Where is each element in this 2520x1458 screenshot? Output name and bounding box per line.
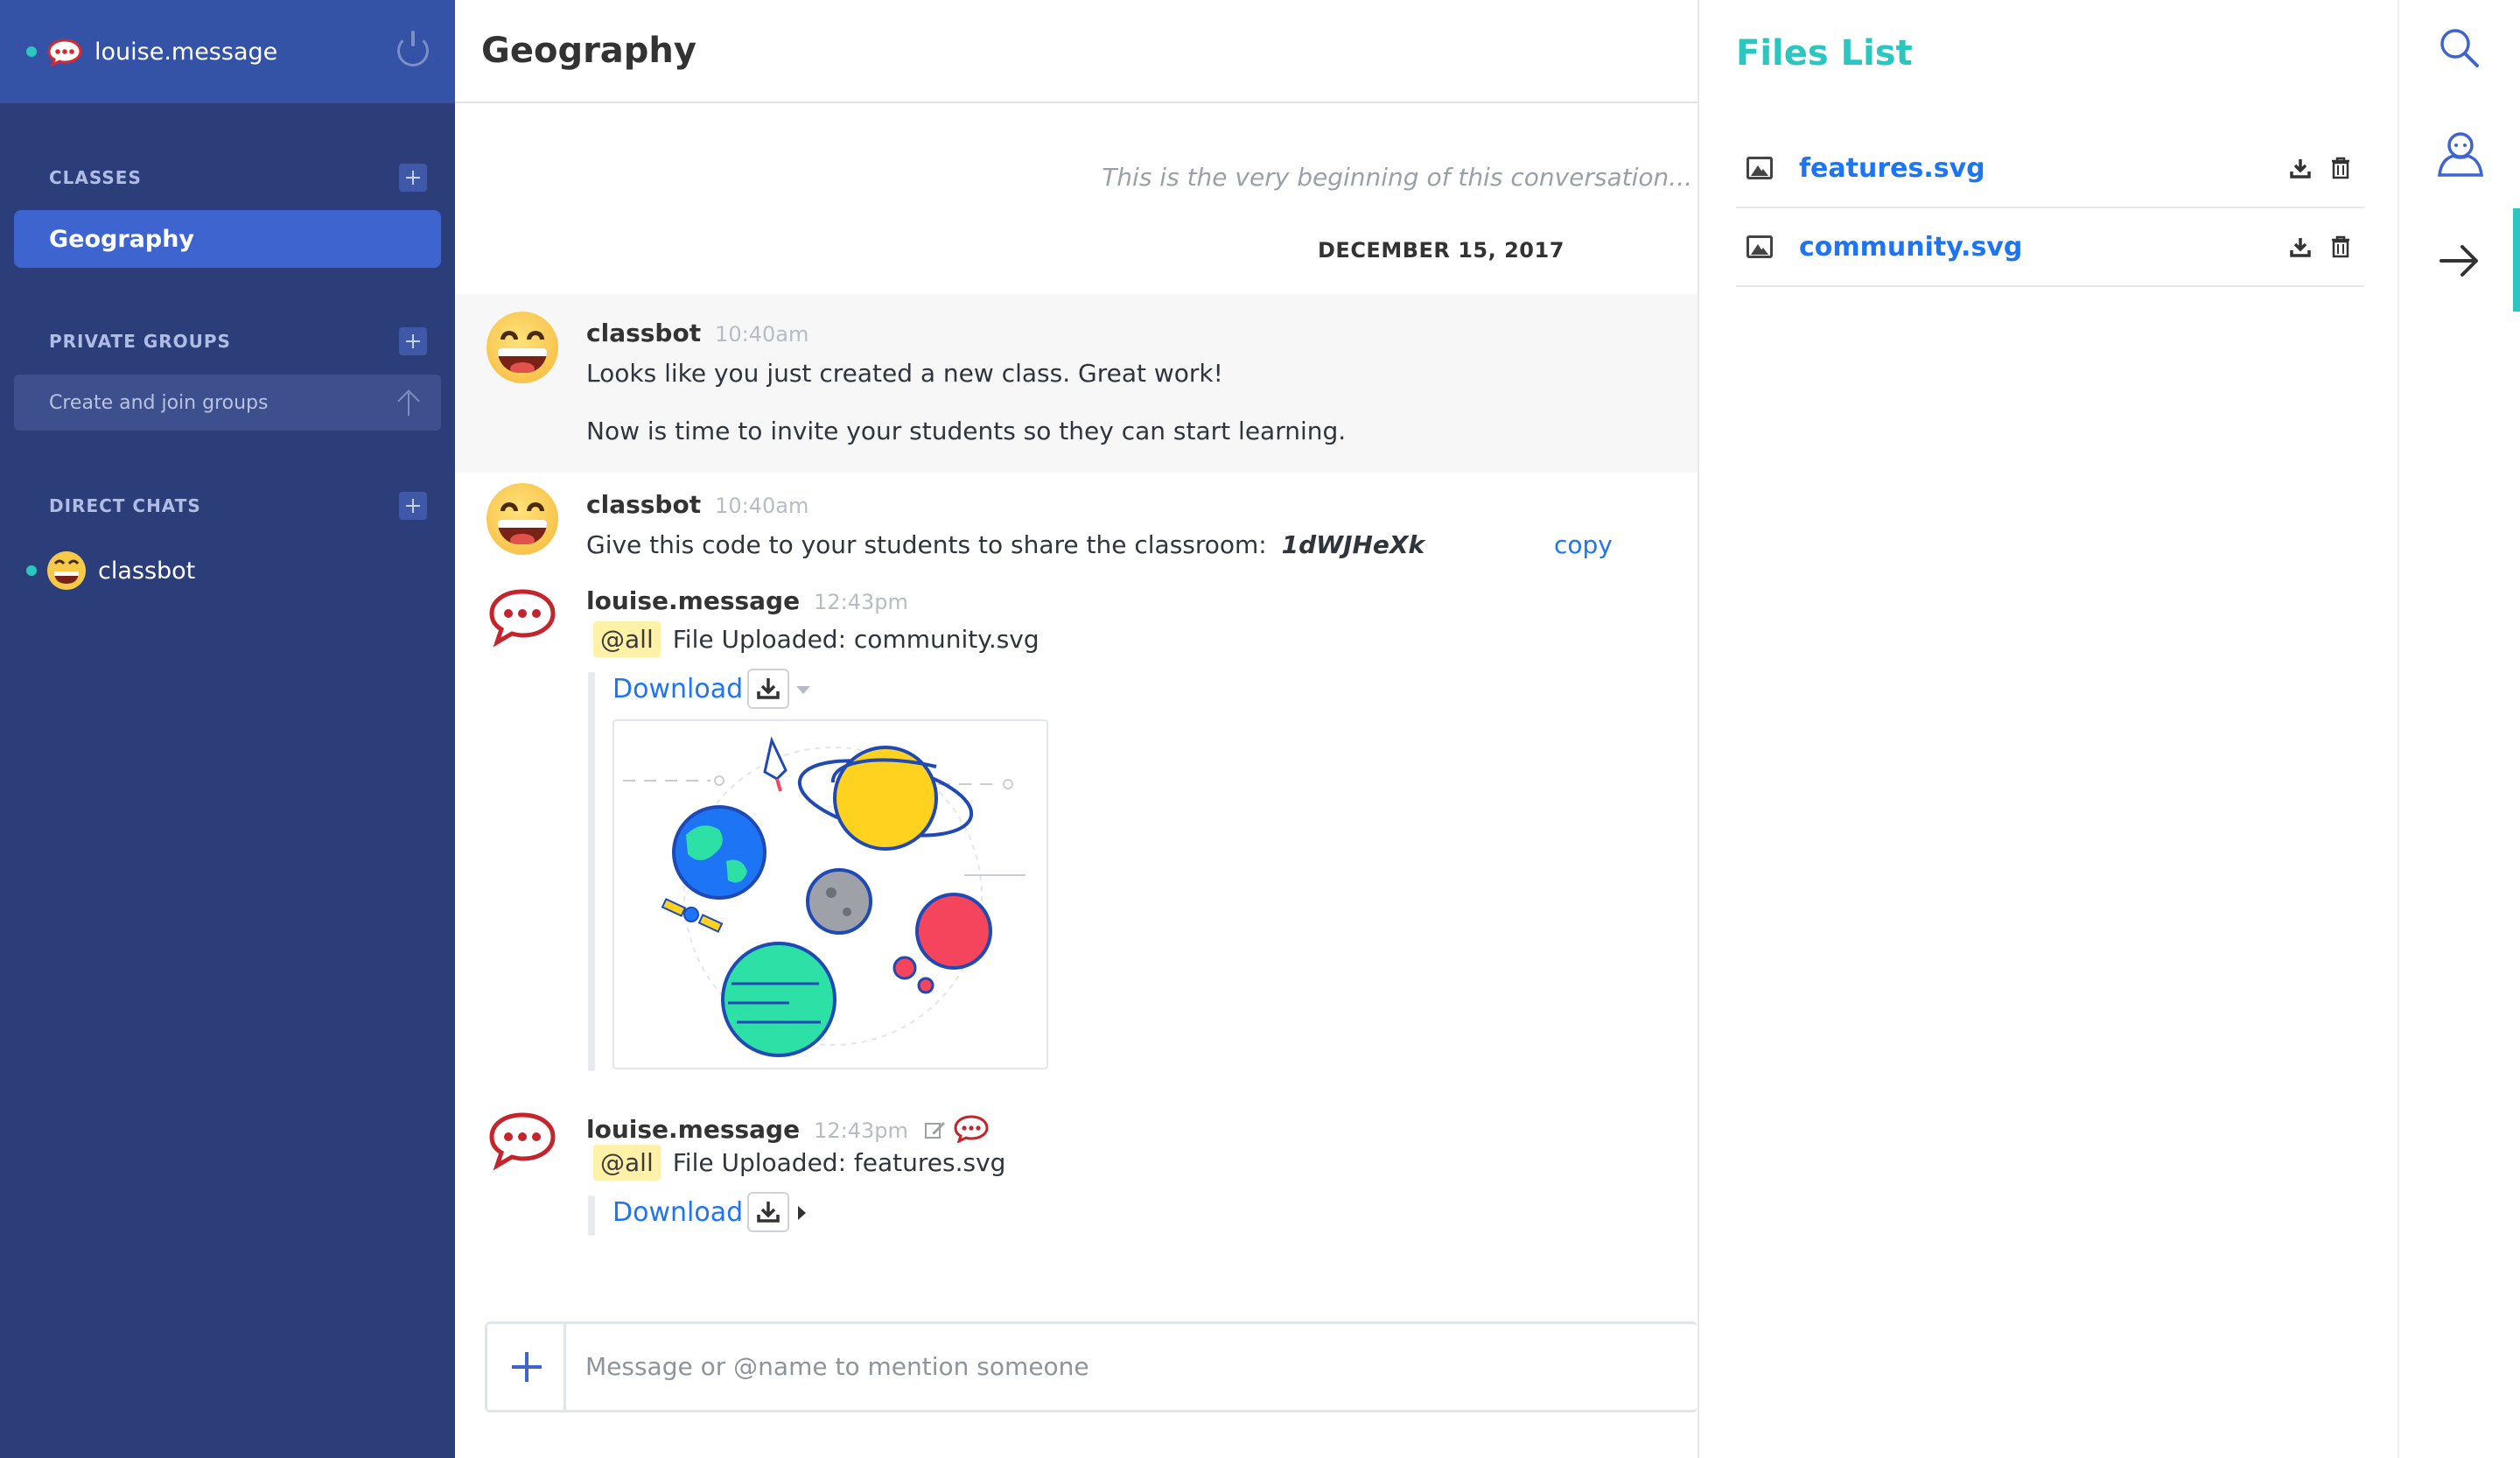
- message-time: 10:40am: [715, 322, 809, 347]
- arrow-right-icon[interactable]: [2434, 235, 2487, 287]
- image-icon: [1746, 157, 1773, 179]
- share-code-text: Give this code to your students to share…: [586, 530, 1267, 559]
- direct-chats-section-header: DIRECT CHATS: [0, 488, 455, 523]
- message-input[interactable]: [585, 1347, 1635, 1385]
- message-text: Now is time to invite your students so t…: [586, 417, 1347, 445]
- chat-bubble-icon: [489, 589, 556, 648]
- online-status-dot: [26, 565, 37, 576]
- sidebar-item-classbot[interactable]: classbot: [26, 551, 195, 590]
- files-list-panel: Files List features.svg community.svg: [1698, 0, 2398, 1458]
- attachment-bar: [588, 672, 595, 1071]
- image-icon: [1746, 235, 1773, 258]
- message-time: 12:43pm: [814, 1118, 908, 1143]
- classbot-emoji-icon: [486, 483, 558, 555]
- classes-section-title: CLASSES: [49, 167, 142, 188]
- download-button[interactable]: [747, 669, 789, 709]
- message-author[interactable]: classbot: [586, 490, 701, 519]
- create-join-groups-label: Create and join groups: [49, 391, 269, 414]
- add-direct-chat-button[interactable]: [399, 492, 427, 520]
- add-group-button[interactable]: [399, 327, 427, 355]
- sidebar-header: louise.message: [0, 0, 455, 103]
- direct-chat-username: classbot: [98, 557, 196, 585]
- room-header: Geography: [455, 0, 1698, 103]
- file-name-link[interactable]: features.svg: [1799, 153, 2289, 184]
- classbot-avatar: [47, 551, 86, 590]
- files-list-title: Files List: [1736, 33, 1913, 74]
- file-row[interactable]: community.svg: [1736, 208, 2364, 287]
- download-link[interactable]: Download: [612, 674, 743, 704]
- message: classbot 10:40am Give this code to your …: [455, 473, 1698, 569]
- avatar[interactable]: [486, 585, 558, 656]
- chat-bubble-icon: [489, 1112, 556, 1171]
- message-header: classbot 10:40am: [586, 490, 808, 519]
- file-name-link[interactable]: community.svg: [1799, 232, 2289, 263]
- image-preview-community-svg[interactable]: [612, 719, 1048, 1069]
- online-status-dot: [26, 46, 37, 57]
- planets-illustration-image: [623, 736, 1026, 1057]
- avatar[interactable]: [486, 312, 558, 383]
- message-header: louise.message 12:43pm: [586, 1110, 989, 1144]
- chat-bubble-logo-icon[interactable]: [47, 39, 82, 67]
- classes-section-header: CLASSES: [0, 160, 455, 195]
- download-button[interactable]: [747, 1192, 789, 1232]
- room-title: Geography: [481, 31, 696, 71]
- collapse-caret-icon[interactable]: [796, 686, 810, 694]
- add-class-button[interactable]: [399, 164, 427, 192]
- file-uploaded-text: File Uploaded: community.svg: [672, 625, 1040, 654]
- message-text: @all File Uploaded: features.svg: [593, 1145, 1006, 1181]
- attachment-bar: [588, 1195, 595, 1236]
- message-time: 12:43pm: [814, 590, 908, 614]
- avatar[interactable]: [486, 483, 558, 555]
- create-join-groups-item[interactable]: Create and join groups: [14, 375, 441, 431]
- trash-icon[interactable]: [2329, 156, 2352, 180]
- download-icon[interactable]: [2289, 235, 2312, 258]
- private-groups-section-header: PRIVATE GROUPS: [0, 324, 455, 359]
- class-code: 1dWJHeXk: [1281, 530, 1425, 559]
- message: louise.message 12:43pm @all File Uploaded…: [455, 1101, 1698, 1250]
- reply-chat-bubble-icon[interactable]: [954, 1115, 989, 1146]
- user-icon[interactable]: [2434, 128, 2487, 180]
- message-composer: [485, 1321, 1698, 1412]
- message: classbot 10:40am Looks like you just cre…: [455, 294, 1698, 473]
- message-text: @all File Uploaded: community.svg: [593, 621, 1040, 657]
- arrow-up-icon: [396, 389, 422, 416]
- file-row[interactable]: features.svg: [1736, 130, 2364, 208]
- search-icon[interactable]: [2434, 23, 2487, 75]
- private-groups-section-title: PRIVATE GROUPS: [49, 331, 231, 352]
- trash-icon[interactable]: [2329, 235, 2352, 259]
- current-username[interactable]: louise.message: [94, 39, 277, 66]
- add-attachment-button[interactable]: [487, 1324, 566, 1410]
- download-icon: [757, 1202, 780, 1223]
- sidebar: louise.message CLASSES Geography PRIVATE…: [0, 0, 455, 1458]
- message-author[interactable]: louise.message: [586, 586, 800, 615]
- avatar[interactable]: [486, 1108, 558, 1180]
- copy-code-link[interactable]: copy: [1554, 530, 1613, 559]
- edit-message-icon[interactable]: [924, 1120, 947, 1145]
- message: louise.message 12:43pm @all File Uploaded…: [455, 578, 1698, 1085]
- message-author[interactable]: classbot: [586, 319, 701, 347]
- classbot-emoji-icon: [486, 312, 558, 383]
- message-text: Looks like you just created a new class.…: [586, 359, 1223, 388]
- file-uploaded-text: File Uploaded: features.svg: [672, 1148, 1006, 1177]
- conversation-start-notice: This is the very beginning of this conve…: [1102, 163, 1692, 192]
- date-divider: DECEMBER 15, 2017: [1318, 238, 1564, 263]
- chat-main: Geography This is the very beginning of …: [455, 0, 1698, 1458]
- download-icon[interactable]: [2289, 157, 2312, 179]
- active-tool-indicator: [2513, 208, 2520, 312]
- download-link[interactable]: Download: [612, 1197, 743, 1228]
- mention-all-badge[interactable]: @all: [593, 621, 661, 657]
- direct-chats-section-title: DIRECT CHATS: [49, 495, 201, 516]
- message-text: Give this code to your students to share…: [586, 530, 1689, 559]
- expand-caret-icon[interactable]: [798, 1206, 806, 1220]
- message-header: classbot 10:40am: [586, 319, 808, 347]
- message-header: louise.message 12:43pm: [586, 586, 908, 615]
- sidebar-item-geography[interactable]: Geography: [14, 210, 441, 268]
- right-toolbar: [2398, 0, 2520, 1458]
- message-author[interactable]: louise.message: [586, 1115, 800, 1144]
- logout-power-icon[interactable]: [397, 31, 429, 67]
- mention-all-badge[interactable]: @all: [593, 1145, 661, 1181]
- message-time: 10:40am: [715, 494, 809, 518]
- download-icon: [757, 678, 780, 699]
